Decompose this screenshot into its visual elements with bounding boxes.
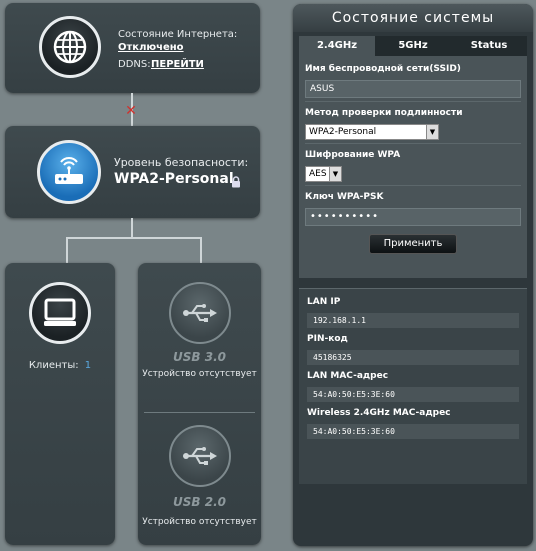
disconnect-x-icon: ✕ [125, 103, 137, 119]
usb2-title: USB 2.0 [173, 495, 226, 509]
wireless-settings-form: Имя беспроводной сети(SSID) ASUS Метод п… [299, 56, 527, 278]
usb-panel: USB 3.0 Устройство отсутствует USB 2.0 У… [138, 263, 261, 545]
router-icon[interactable] [37, 140, 101, 204]
apply-button[interactable]: Применить [369, 234, 457, 254]
internet-status-value[interactable]: Отключено [118, 42, 184, 53]
wireless-mac-value: 54:A0:50:E5:3E:60 [307, 424, 519, 439]
security-level-value[interactable]: WPA2-Personal [114, 171, 234, 187]
ssid-label: Имя беспроводной сети(SSID) [305, 64, 461, 74]
tab-status[interactable]: Status [451, 36, 527, 56]
clients-label-text: Клиенты: [28, 360, 79, 371]
security-panel[interactable]: Уровень безопасности: WPA2-Personal [5, 126, 260, 218]
clients-count[interactable]: 1 [85, 360, 91, 371]
lan-mac-value: 54:A0:50:E5:3E:60 [307, 387, 519, 402]
usb2-status: Устройство отсутствует [142, 517, 257, 527]
system-status-title: Состояние системы [293, 4, 533, 32]
form-divider [305, 143, 521, 144]
lan-ip-label: LAN IP [307, 297, 341, 307]
usb2-icon[interactable] [169, 425, 231, 487]
chevron-down-icon: ▼ [426, 125, 438, 139]
internet-status-label: Состояние Интернета: [118, 29, 238, 40]
lan-ip-value: 192.168.1.1 [307, 313, 519, 328]
tab-2-4ghz[interactable]: 2.4GHz [299, 36, 375, 56]
form-divider [305, 101, 521, 102]
form-divider [305, 185, 521, 186]
usb3-title: USB 3.0 [173, 350, 226, 364]
wpa-psk-label: Ключ WPA-PSK [305, 192, 384, 202]
tree-line-left [66, 237, 68, 263]
clients-panel[interactable]: Клиенты: 1 [5, 263, 115, 545]
router-info-block: LAN IP 192.168.1.1 PIN-код 45186325 LAN … [299, 288, 527, 484]
ssid-input[interactable]: ASUS [305, 80, 521, 98]
clients-label: Клиенты: 1 [5, 360, 115, 371]
clients-monitor-icon[interactable] [29, 282, 91, 344]
auth-method-select[interactable]: WPA2-Personal ▼ [305, 124, 439, 140]
auth-method-value: WPA2-Personal [309, 127, 377, 137]
internet-panel[interactable]: Состояние Интернета: Отключено DDNS: ПЕР… [5, 3, 260, 93]
usb3-icon[interactable] [169, 282, 231, 344]
security-level-label: Уровень безопасности: [114, 156, 249, 169]
wpa-psk-input[interactable]: •••••••••• [305, 208, 521, 226]
tab-5ghz[interactable]: 5GHz [375, 36, 451, 56]
tree-line-horizontal [66, 237, 202, 239]
internet-globe-icon[interactable] [39, 16, 101, 78]
wpa-encryption-select[interactable]: AES ▼ [305, 166, 342, 182]
usb3-status: Устройство отсутствует [142, 369, 257, 379]
tree-line-right [200, 237, 202, 263]
lock-icon [231, 173, 241, 192]
tree-line-main [131, 218, 133, 238]
wpa-encryption-value: AES [309, 169, 327, 179]
wpa-encryption-label: Шифрование WPA [305, 150, 401, 160]
usb-divider [144, 412, 255, 413]
pin-code-value: 45186325 [307, 350, 519, 365]
lan-mac-label: LAN MAC-адрес [307, 371, 389, 381]
system-status-panel: Состояние системы 2.4GHz 5GHz Status Имя… [293, 4, 533, 546]
wireless-mac-label: Wireless 2.4GHz MAC-адрес [307, 408, 451, 418]
pin-code-label: PIN-код [307, 334, 348, 344]
chevron-down-icon: ▼ [329, 167, 341, 181]
ddns-label: DDNS: [118, 59, 151, 70]
auth-method-label: Метод проверки подлинности [305, 108, 463, 118]
ddns-link[interactable]: ПЕРЕЙТИ [151, 59, 204, 70]
system-status-tabs: 2.4GHz 5GHz Status [299, 36, 527, 56]
